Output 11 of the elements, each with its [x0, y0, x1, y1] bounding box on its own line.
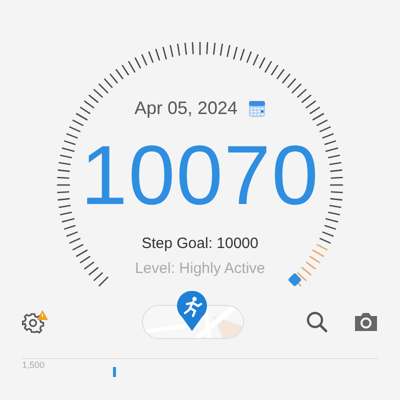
dial-marker — [288, 272, 302, 287]
search-icon[interactable] — [306, 311, 328, 333]
step-goal-text: Step Goal: 10000 — [142, 235, 258, 252]
chart-bar — [113, 367, 116, 377]
step-count: 10070 — [80, 133, 320, 217]
calendar-icon[interactable] — [248, 100, 266, 118]
activity-level-text: Level: Highly Active — [134, 260, 266, 277]
settings-icon[interactable] — [22, 310, 48, 334]
axis-label: 1,500 — [22, 360, 45, 370]
date-text: Apr 05, 2024 — [134, 98, 238, 119]
camera-icon[interactable] — [354, 312, 378, 332]
